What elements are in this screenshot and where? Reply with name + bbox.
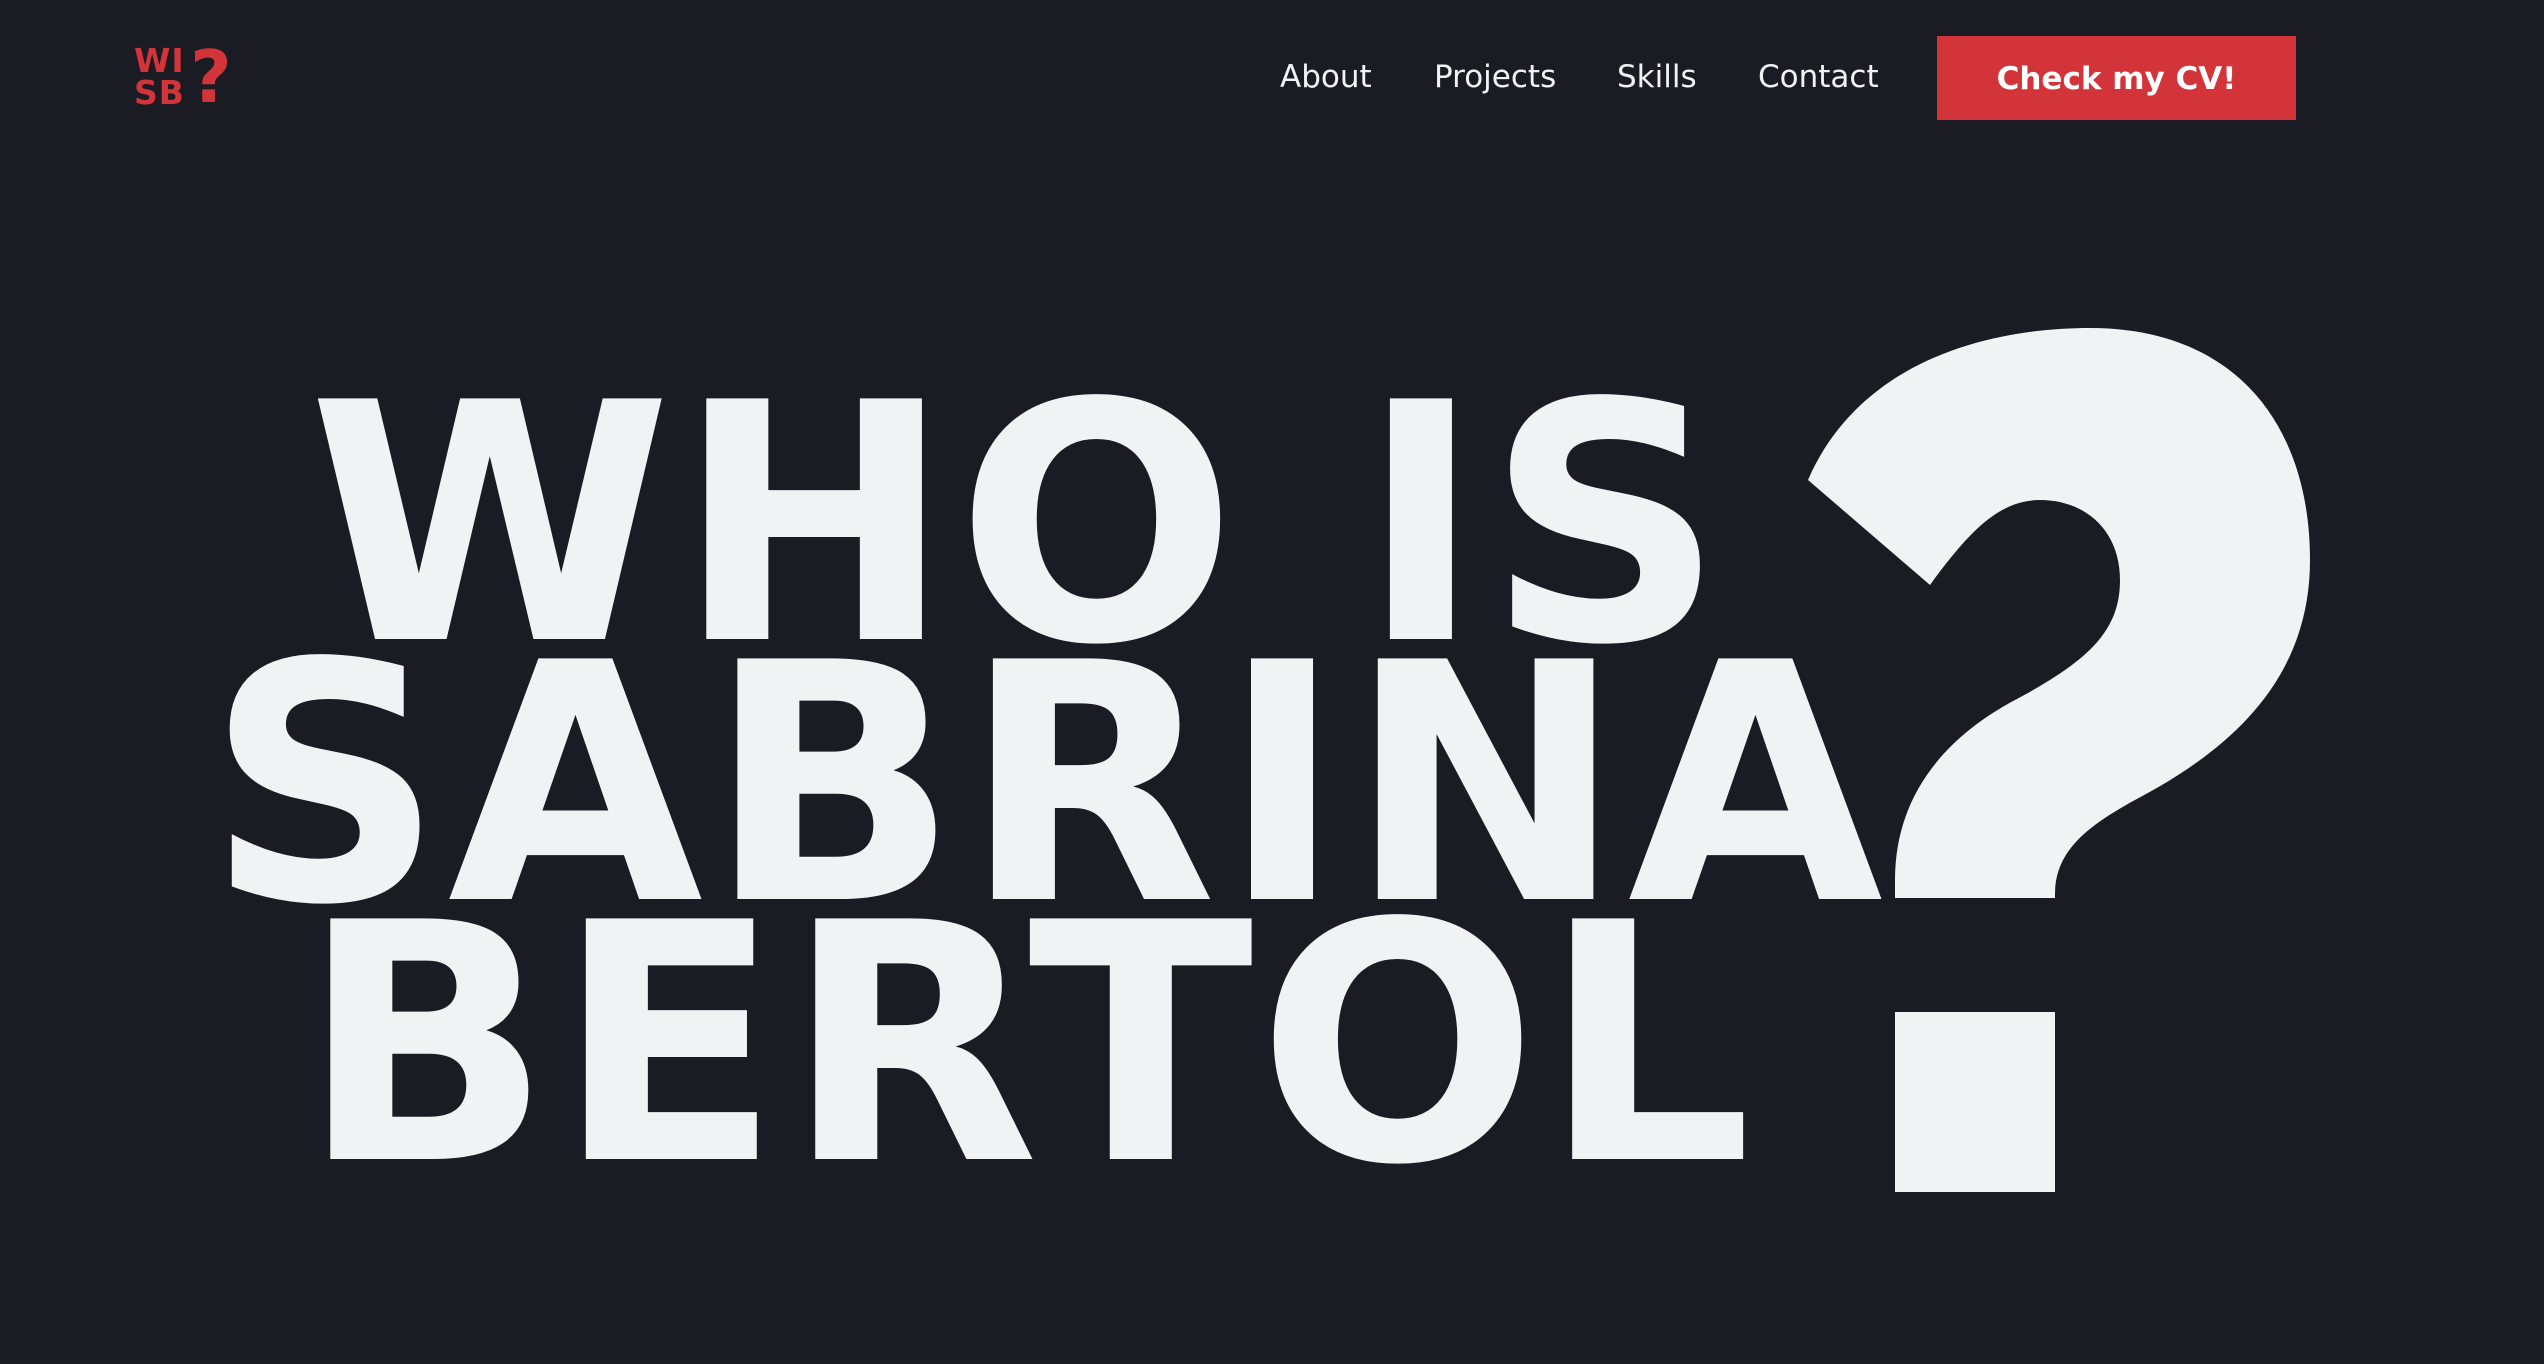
logo-text-top: WI	[134, 41, 185, 80]
nav-about-link[interactable]: About	[1280, 57, 1372, 97]
logo-text-bottom: SB	[134, 73, 185, 112]
site-logo[interactable]: WI SB ?	[134, 41, 234, 113]
hero-title-line-3: BERTOL	[300, 853, 1757, 1237]
nav-skills-link[interactable]: Skills	[1617, 57, 1697, 97]
logo-question-mark: ?	[190, 35, 233, 119]
nav-contact-link[interactable]: Contact	[1758, 57, 1879, 97]
nav-projects-link[interactable]: Projects	[1434, 57, 1556, 97]
question-mark-icon	[1808, 328, 2310, 1192]
check-cv-button[interactable]: Check my CV!	[1937, 36, 2296, 120]
